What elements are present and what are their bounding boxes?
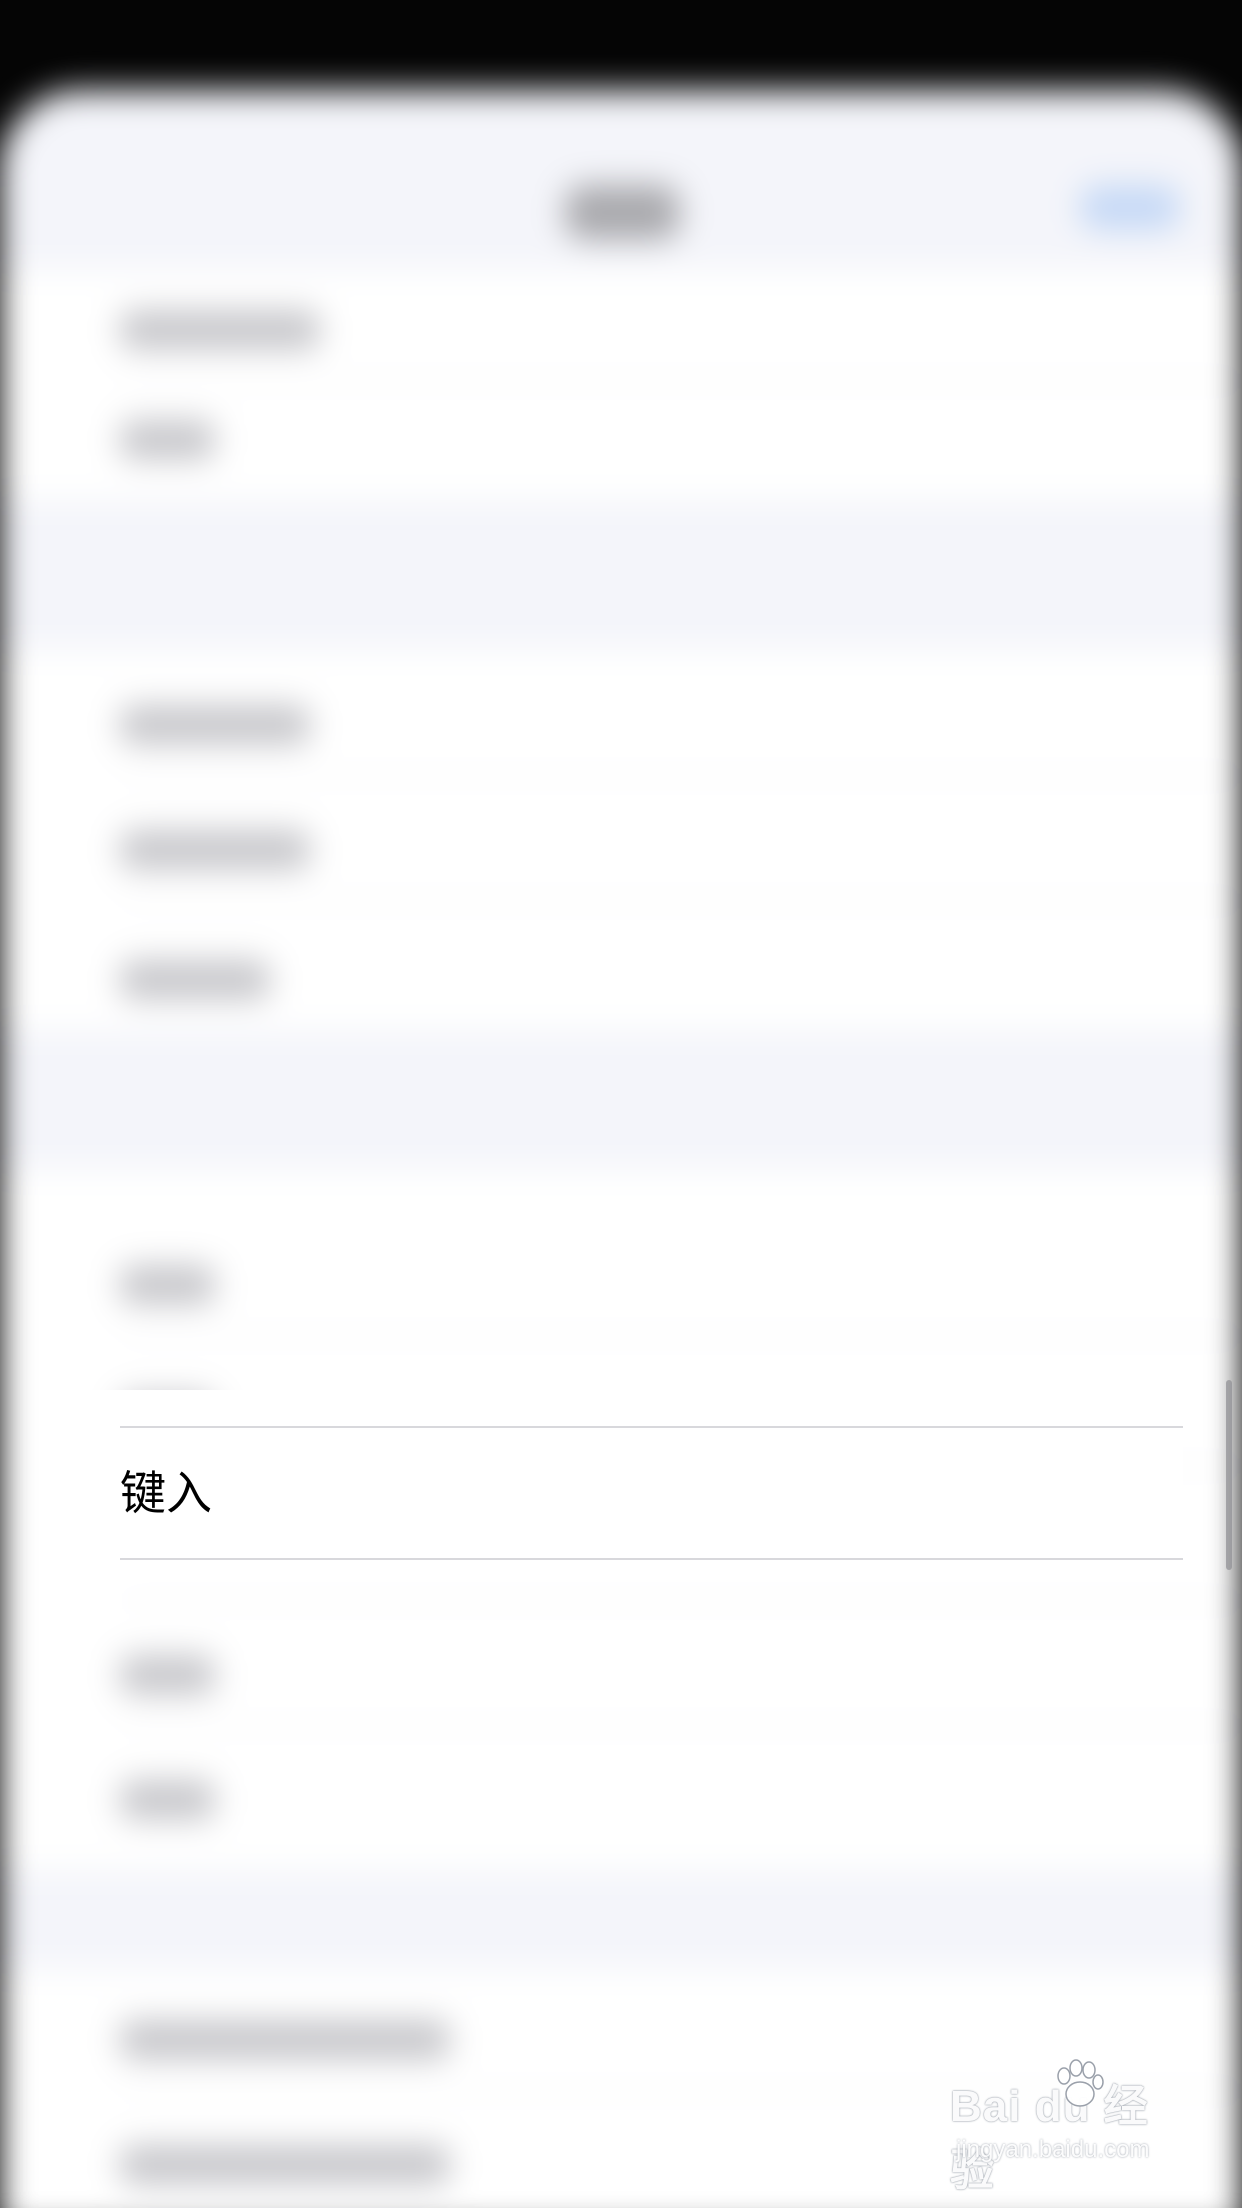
blurred-row[interactable] [120, 310, 320, 350]
screen: 键入 Bai du 经验 jingyan.baidu.com [0, 0, 1242, 2208]
row-separator-bottom [120, 1558, 1183, 1560]
blurred-row[interactable] [120, 1265, 215, 1305]
row-separator-top [120, 1426, 1183, 1428]
row-separator [120, 380, 1242, 382]
blurred-row[interactable] [120, 960, 270, 1000]
nav-done-button-blurred[interactable] [1080, 185, 1180, 230]
blurred-row[interactable] [120, 420, 215, 460]
scroll-indicator [1226, 1380, 1232, 1570]
blurred-row[interactable] [120, 1780, 215, 1820]
blurred-row[interactable] [120, 2020, 450, 2060]
row-separator [120, 1725, 1242, 1727]
typing-settings-row[interactable]: 键入 [60, 1390, 1183, 1560]
blurred-row[interactable] [120, 1655, 215, 1695]
blurred-settings-sheet [0, 90, 1242, 2208]
blurred-row[interactable] [120, 830, 310, 870]
row-separator [120, 1335, 1242, 1337]
paw-icon [1057, 2059, 1104, 2107]
watermark: Bai du 经验 jingyan.baidu.com [950, 2059, 1190, 2195]
blurred-row[interactable] [120, 2145, 450, 2185]
row-separator [120, 900, 1242, 902]
row-separator [120, 775, 1242, 777]
typing-row-label: 键入 [120, 1466, 212, 1520]
row-separator [120, 1600, 1242, 1602]
blurred-row[interactable] [120, 705, 310, 745]
nav-title-blurred [565, 185, 680, 240]
settings-group-1 [0, 270, 1242, 500]
watermark-url: jingyan.baidu.com [956, 2136, 1150, 2163]
settings-group-2 [0, 650, 1242, 1030]
